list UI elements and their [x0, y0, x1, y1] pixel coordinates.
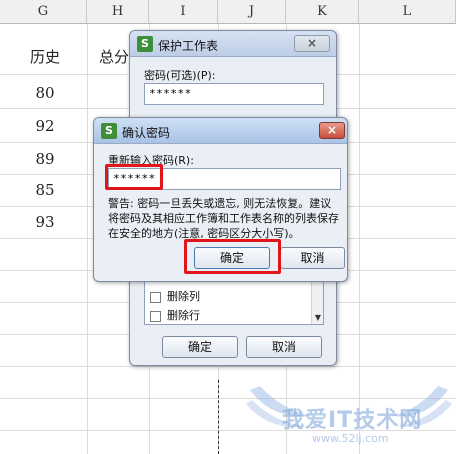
site-watermark: 我爱IT技术网 www.52ij.com [242, 380, 456, 454]
options-scrollbar[interactable]: ▼ [311, 282, 323, 324]
grid-line [0, 366, 456, 367]
protect-ok-button[interactable]: 确定 [162, 336, 238, 358]
protect-password-input[interactable]: ****** [144, 83, 324, 105]
cell-history-3[interactable]: 89 [10, 150, 80, 168]
protect-sheet-close-button[interactable]: × [294, 35, 330, 52]
confirm-password-title: 确认密码 [122, 126, 171, 140]
column-header-i[interactable]: I [149, 0, 218, 24]
column-header-l[interactable]: L [359, 0, 456, 24]
password-input-highlight [105, 164, 163, 190]
wps-s-icon: S [137, 36, 153, 52]
confirm-cancel-button[interactable]: 取消 [280, 247, 345, 269]
wps-s-icon: S [101, 123, 117, 139]
protect-sheet-title: 保护工作表 [158, 39, 219, 53]
cell-g-header[interactable]: 历史 [10, 46, 80, 67]
protect-cancel-button[interactable]: 取消 [246, 336, 322, 358]
cell-history-5[interactable]: 93 [10, 213, 80, 231]
page-break-line [218, 380, 219, 454]
column-header-h[interactable]: H [87, 0, 149, 24]
confirm-password-close-button[interactable]: × [319, 122, 345, 139]
column-header-k[interactable]: K [286, 0, 359, 24]
option-delete-rows[interactable]: 删除行 [150, 307, 200, 323]
confirm-password-titlebar[interactable]: S 确认密码 × [94, 118, 347, 144]
column-header-g[interactable]: G [0, 0, 87, 24]
watermark-url: www.52ij.com [312, 432, 389, 445]
cell-history-4[interactable]: 85 [10, 181, 80, 199]
protect-sheet-titlebar[interactable]: S 保护工作表 × [130, 31, 336, 57]
warning-line-2: 将密码及其相应工作簿和工作表名称的列表保存 [108, 212, 339, 225]
grid-line [87, 24, 88, 454]
scroll-down-arrow-icon[interactable]: ▼ [315, 313, 321, 322]
column-header-j[interactable]: J [218, 0, 286, 24]
checkbox-icon[interactable] [150, 291, 161, 303]
option-label: 删除行 [167, 309, 200, 322]
option-delete-columns[interactable]: 删除列 [150, 288, 200, 304]
checkbox-icon[interactable] [150, 310, 161, 322]
warning-line-1: 警告: 密码一旦丢失或遗忘, 则无法恢复。建议 [108, 197, 332, 210]
password-optional-label: 密码(可选)(P): [144, 69, 216, 82]
cell-history-1[interactable]: 80 [10, 84, 80, 102]
cell-history-2[interactable]: 92 [10, 117, 80, 135]
option-label: 删除列 [167, 290, 200, 303]
watermark-text: 我爱IT技术网 [282, 408, 423, 433]
ok-button-highlight [184, 239, 281, 274]
permission-options-list[interactable]: 删除列 删除行 ▼ [144, 281, 324, 325]
